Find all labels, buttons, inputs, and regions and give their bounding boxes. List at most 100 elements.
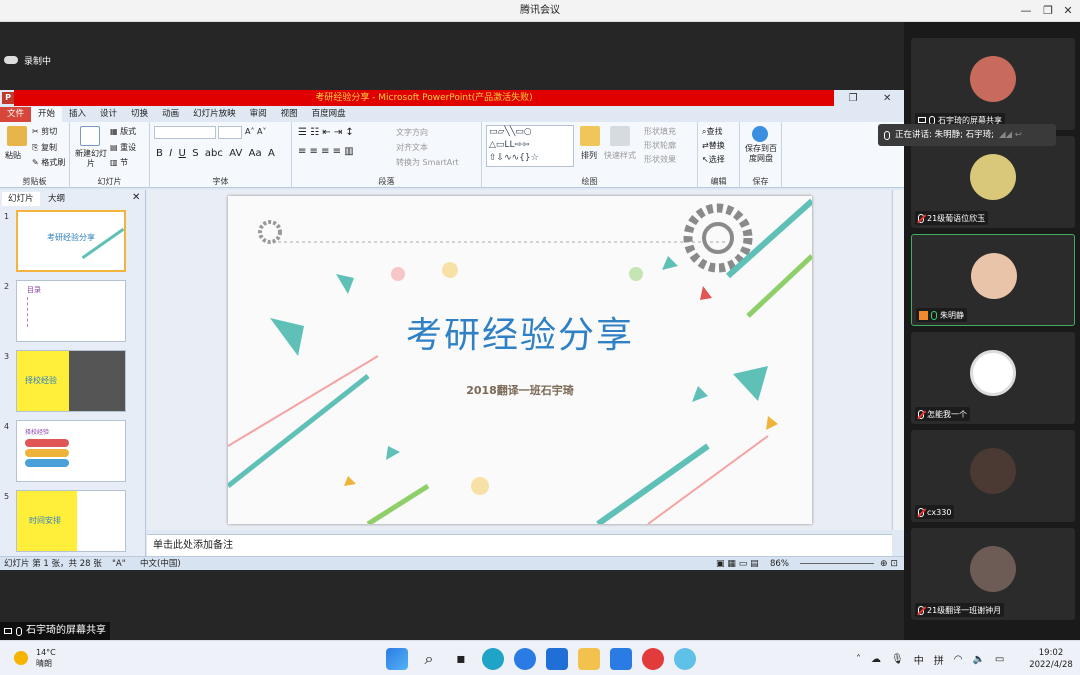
close-pane-icon[interactable]: ✕ xyxy=(132,192,140,203)
tab-slideshow[interactable]: 幻灯片放映 xyxy=(186,107,243,122)
font-format-buttons[interactable]: B I U S abc AV Aa A xyxy=(156,148,275,159)
mic-icon xyxy=(16,626,22,636)
tab-animations[interactable]: 动画 xyxy=(155,107,186,122)
replace-button[interactable]: ⇄替换 xyxy=(702,140,725,151)
shapes-gallery[interactable]: ▭▱╲╲▭○ △▭ᒪᒪ⇨⇦ ⇧⇩∿∿{}☆ xyxy=(486,125,574,167)
thumb-band xyxy=(25,449,69,457)
slide-subtitle[interactable]: 2018翻译一班石宇琦 xyxy=(228,382,812,398)
app-icon[interactable] xyxy=(674,648,696,670)
ime-pinyin[interactable]: 拼 xyxy=(934,652,944,667)
list-buttons[interactable]: ☰ ☷ ⇤ ⇥ ↕ xyxy=(298,127,354,138)
group-slides: 新建幻灯片 ▦ 版式 ▤ 重设 ▥ 节 幻灯片 xyxy=(70,122,150,188)
clock[interactable]: 19:02 2022/4/28 xyxy=(1026,647,1076,671)
tab-file[interactable]: 文件 xyxy=(0,107,32,122)
fit-slide-icon[interactable]: ⊕ ⊡ xyxy=(880,557,898,571)
volume-icon[interactable]: 🔈 xyxy=(972,654,984,665)
view-buttons[interactable]: ▣ ▦ ▭ ▤ xyxy=(716,557,759,571)
current-slide[interactable]: 考研经验分享 2018翻译一班石宇琦 xyxy=(228,196,812,524)
wifi-icon[interactable]: ◠ xyxy=(954,654,963,665)
cloud-icon[interactable]: ☁ xyxy=(871,654,881,665)
recording-indicator[interactable]: 录制中 xyxy=(4,52,51,68)
arrange-icon[interactable] xyxy=(580,126,600,146)
layout-button[interactable]: ▦ 版式 xyxy=(110,126,136,137)
participant-tile-speaking[interactable]: 朱明静 xyxy=(911,234,1075,326)
notes-area[interactable]: 单击此处添加备注 xyxy=(147,534,892,556)
tab-design[interactable]: 设计 xyxy=(93,107,124,122)
screen-share-icon xyxy=(4,628,12,634)
ppt-restore-icon[interactable]: ❐ xyxy=(849,93,858,104)
format-painter-label: 格式刷 xyxy=(41,158,66,167)
reset-button[interactable]: ▤ 重设 xyxy=(110,142,136,153)
zoom-level[interactable]: 86% xyxy=(770,557,789,571)
arrange-button[interactable]: 排列 xyxy=(581,150,597,161)
slide-thumbnail-2[interactable]: 目录 xyxy=(16,280,126,342)
quick-styles-icon[interactable] xyxy=(610,126,630,146)
slide-thumbnail-4[interactable]: 择校经验 xyxy=(16,420,126,482)
slide-thumbnail-1[interactable]: 考研经验分享 xyxy=(16,210,126,272)
language-status[interactable]: 中文(中国) xyxy=(140,557,181,571)
cut-label: 剪切 xyxy=(41,127,58,136)
new-slide-button[interactable]: 新建幻灯片 xyxy=(74,149,108,169)
pane-tab-outline[interactable]: 大纲 xyxy=(42,192,71,206)
thumb-list xyxy=(27,297,57,327)
battery-icon[interactable]: ▭ xyxy=(995,654,1004,665)
cut-button[interactable]: ✂ 剪切 xyxy=(32,126,57,137)
slide-vertical-scrollbar[interactable] xyxy=(892,190,904,530)
participant-tile[interactable]: 21级翻译一班谢钟月 xyxy=(911,528,1075,620)
quick-styles-button[interactable]: 快速样式 xyxy=(604,150,636,161)
search-icon[interactable]: ⌕ xyxy=(418,648,440,670)
section-label: 节 xyxy=(120,158,129,167)
tencent-meeting-icon[interactable] xyxy=(610,648,632,670)
font-grow-icon[interactable]: A˄ A˅ xyxy=(245,127,267,136)
align-buttons[interactable]: ≡ ≡ ≡ ≡ ▥ xyxy=(298,146,354,157)
windows-start-icon[interactable] xyxy=(386,648,408,670)
format-painter-button[interactable]: ✎ 格式刷 xyxy=(32,157,65,168)
slide-title[interactable]: 考研经验分享 xyxy=(228,306,812,358)
zoom-slider[interactable] xyxy=(800,563,874,564)
smartart-button[interactable]: 转换为 SmartArt xyxy=(396,157,459,168)
section-button[interactable]: ▥ 节 xyxy=(110,157,128,168)
participant-tile[interactable]: 21级葡语位欣玉 xyxy=(911,136,1075,228)
select-button[interactable]: ↖选择 xyxy=(702,154,725,165)
tab-insert[interactable]: 插入 xyxy=(62,107,93,122)
weather-widget[interactable]: 14°C 晴朗 xyxy=(14,647,56,669)
shape-outline-button[interactable]: 形状轮廓 xyxy=(644,140,676,151)
shape-effects-button[interactable]: 形状效果 xyxy=(644,154,676,165)
screen-share-icon xyxy=(918,117,926,123)
new-slide-icon[interactable] xyxy=(80,126,100,146)
microphone-icon[interactable]: 🎙 xyxy=(891,654,904,665)
netease-music-icon[interactable] xyxy=(642,648,664,670)
participant-tile[interactable]: 石宇琦的屏幕共享 xyxy=(911,38,1075,130)
tab-home[interactable]: 开始 xyxy=(31,107,63,122)
tab-baidu[interactable]: 百度网盘 xyxy=(305,107,353,122)
align-text-button[interactable]: 对齐文本 xyxy=(396,142,428,153)
find-button[interactable]: ⌕查找 xyxy=(702,126,722,137)
paste-icon[interactable] xyxy=(7,126,27,146)
slide-thumbnail-3[interactable]: 择校经验 xyxy=(16,350,126,412)
task-view-icon[interactable]: ▪ xyxy=(450,648,472,670)
ime-mode[interactable]: 中 xyxy=(914,652,924,667)
reset-label: 重设 xyxy=(120,143,137,152)
edge-legacy-icon[interactable] xyxy=(514,648,536,670)
font-name-select[interactable] xyxy=(154,126,216,139)
edge-icon[interactable] xyxy=(482,648,504,670)
tab-view[interactable]: 视图 xyxy=(274,107,305,122)
participant-tile[interactable]: 怎能我一个 xyxy=(911,332,1075,424)
file-explorer-icon[interactable] xyxy=(578,648,600,670)
baidu-cloud-icon[interactable] xyxy=(752,126,768,142)
shape-fill-button[interactable]: 形状填充 xyxy=(644,126,676,137)
tab-review[interactable]: 审阅 xyxy=(243,107,274,122)
font-size-select[interactable] xyxy=(218,126,242,139)
close-button[interactable]: ✕ xyxy=(1054,0,1080,22)
copy-button[interactable]: ⎘ 复制 xyxy=(32,142,57,153)
paste-button[interactable]: 粘贴 xyxy=(5,150,21,161)
mail-icon[interactable] xyxy=(546,648,568,670)
save-baidu-button[interactable]: 保存到百度网盘 xyxy=(742,144,780,164)
chevron-up-icon[interactable]: ˄ xyxy=(856,654,861,665)
slide-thumbnail-5[interactable]: 时间安排 xyxy=(16,490,126,552)
text-direction-button[interactable]: 文字方向 xyxy=(396,127,428,138)
participant-tile[interactable]: cx330 xyxy=(911,430,1075,522)
pane-tab-slides[interactable]: 幻灯片 xyxy=(2,192,40,206)
ppt-close-icon[interactable]: ✕ xyxy=(883,93,891,104)
tab-transitions[interactable]: 切换 xyxy=(124,107,155,122)
